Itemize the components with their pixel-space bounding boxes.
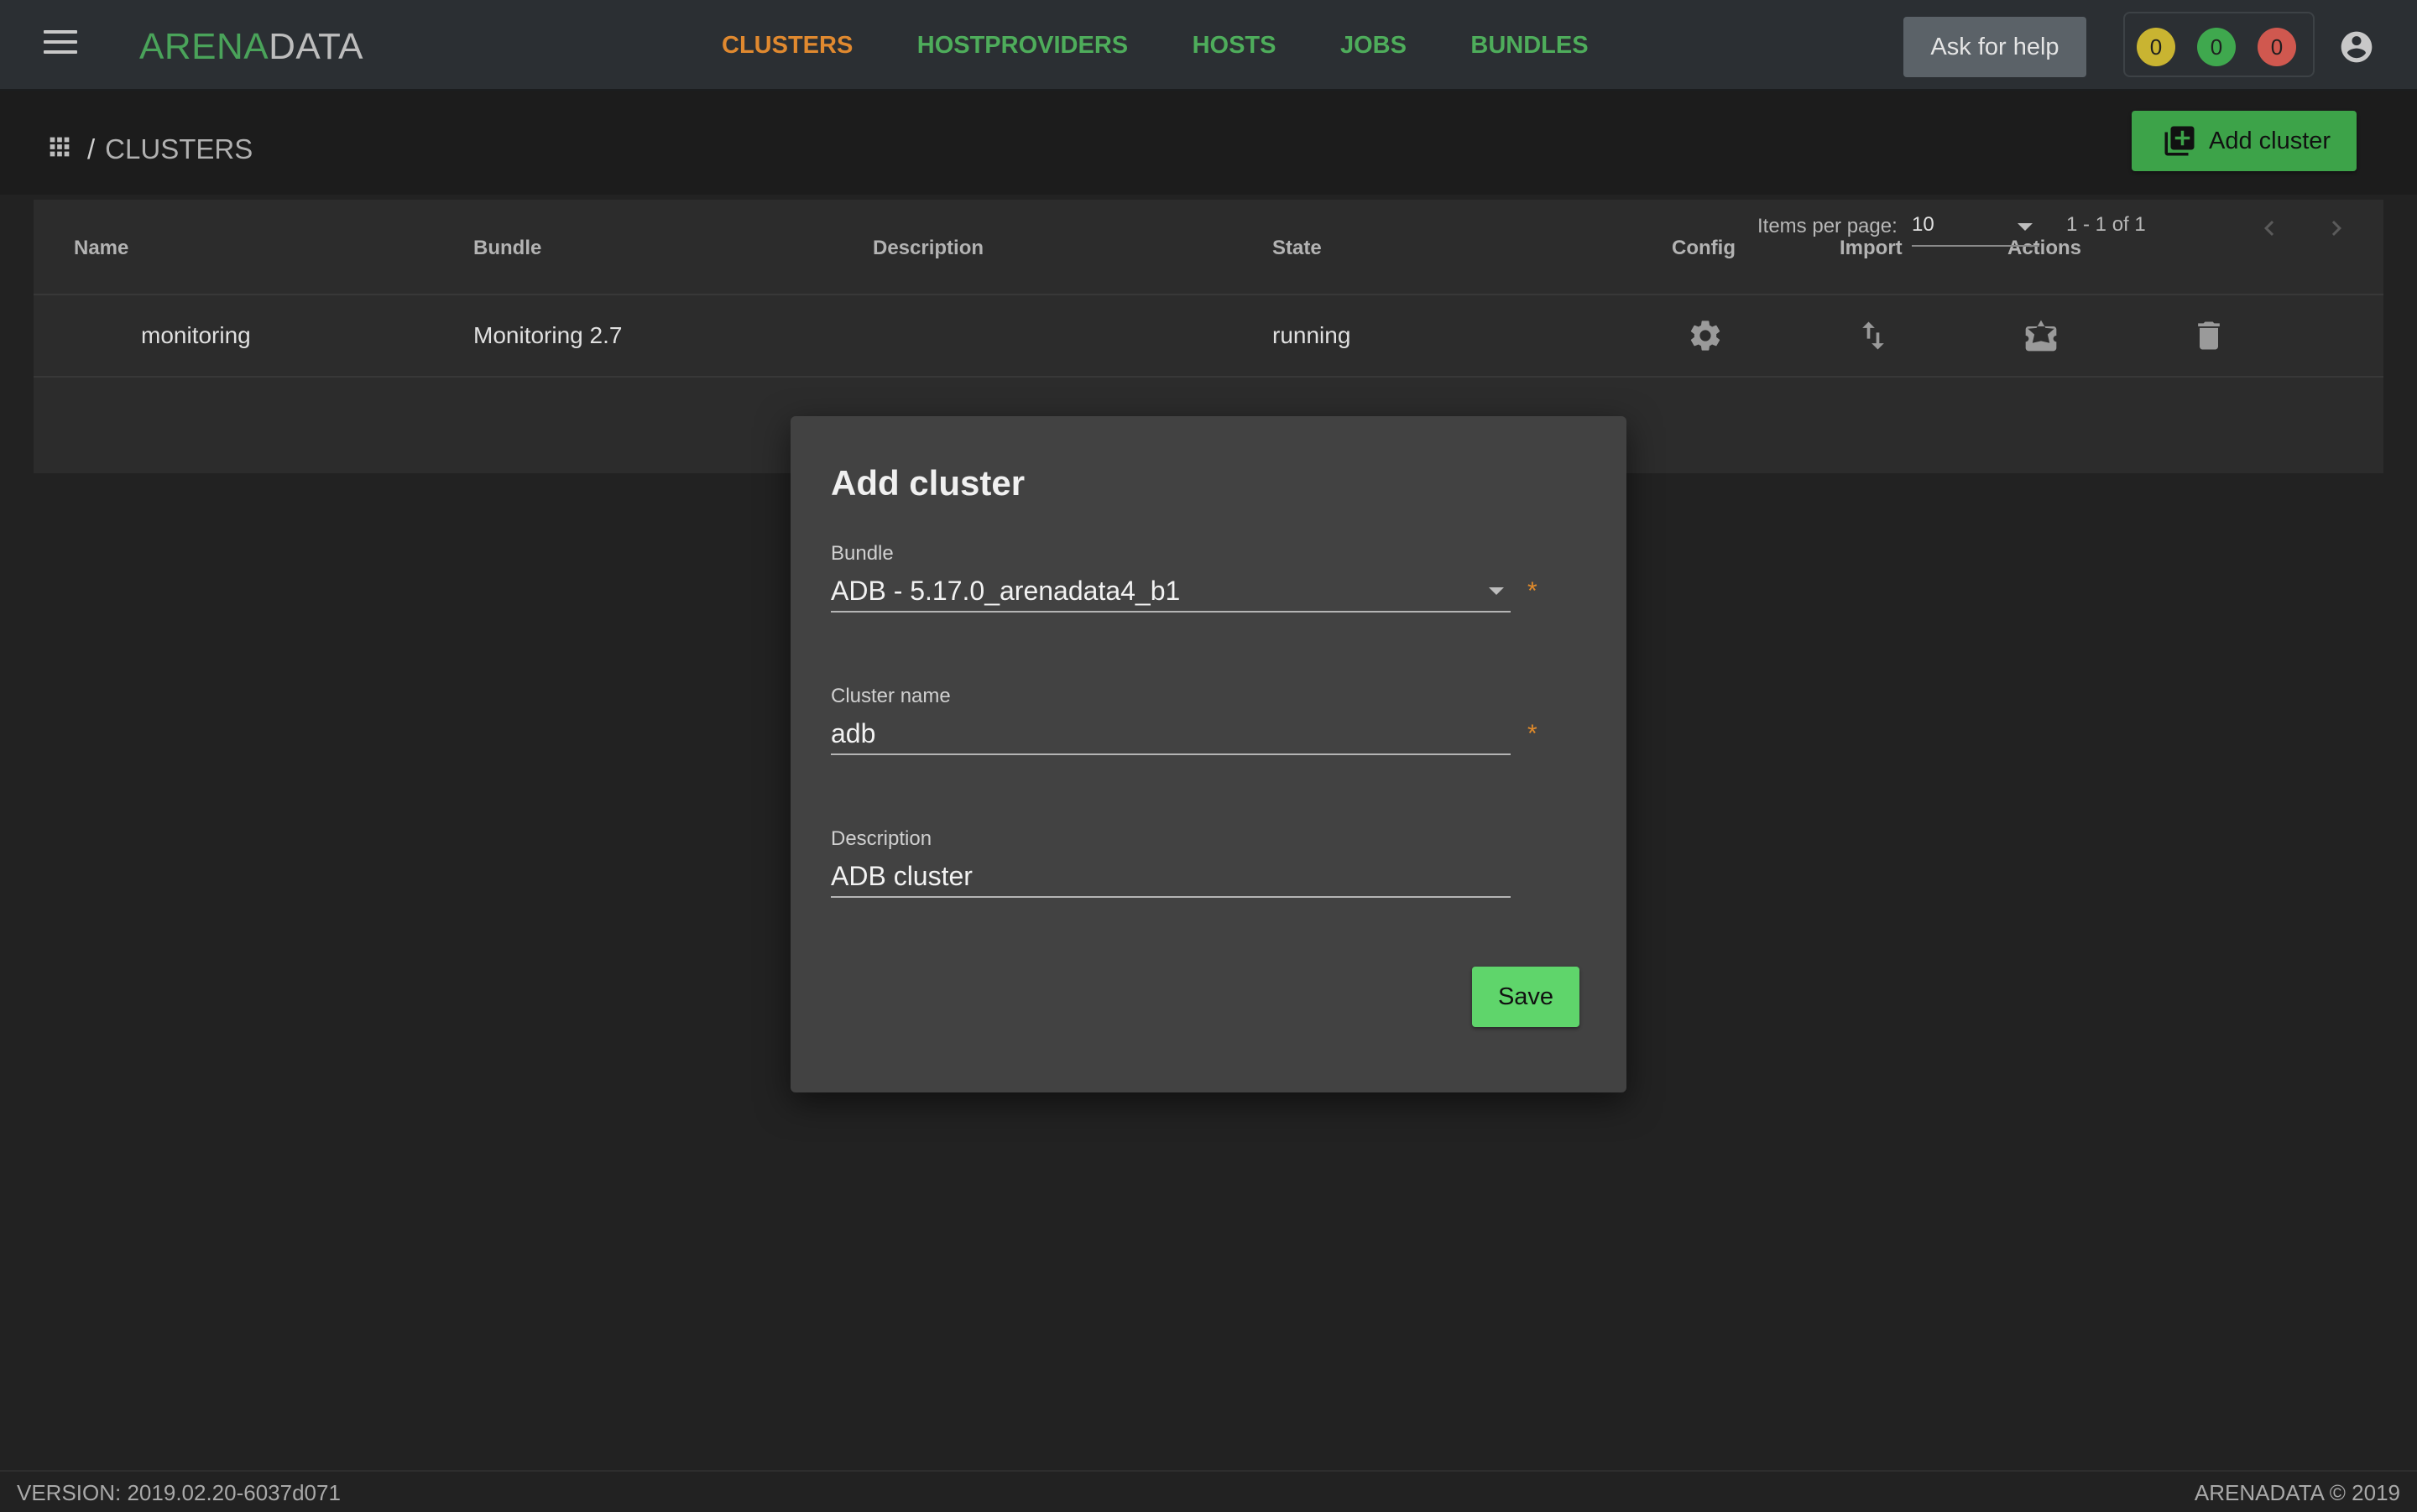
settings-gear-icon[interactable] <box>1687 317 1724 354</box>
header-divider <box>34 294 2383 295</box>
column-header-name[interactable]: Name <box>74 237 128 260</box>
description-label: Description <box>831 827 932 850</box>
column-header-import: Import <box>1840 237 1903 259</box>
nav-jobs[interactable]: JOBS <box>1340 30 1407 60</box>
cluster-name-label: Cluster name <box>831 685 951 707</box>
cluster-name-input[interactable]: adb <box>831 717 1511 755</box>
cell-state: running <box>1272 322 1351 348</box>
page-header: / CLUSTERS <box>0 91 2417 195</box>
description-input[interactable]: ADB cluster <box>831 859 1511 898</box>
logo[interactable]: ARENADATA <box>139 27 363 67</box>
library-add-icon <box>2164 126 2195 156</box>
nav-clusters[interactable]: CLUSTERS <box>722 30 853 60</box>
breadcrumb-current[interactable]: CLUSTERS <box>105 133 253 164</box>
items-per-page-value: 10 <box>1912 213 1934 236</box>
logo-part-arena: ARENA <box>139 26 269 67</box>
breadcrumb-separator: / <box>87 133 96 164</box>
delete-trash-icon[interactable] <box>2190 317 2227 354</box>
add-cluster-dialog: Add cluster Bundle ADB - 5.17.0_arenadat… <box>791 416 1626 1092</box>
nav-hostproviders[interactable]: HOSTPROVIDERS <box>917 30 1128 60</box>
add-cluster-button[interactable]: Add cluster <box>2132 111 2357 171</box>
nav-hosts[interactable]: HOSTS <box>1193 30 1276 60</box>
bundle-label: Bundle <box>831 542 894 565</box>
column-header-description[interactable]: Description <box>873 237 984 260</box>
hamburger-menu-icon[interactable] <box>44 30 77 59</box>
version-text: VERSION: 2019.02.20-6037d071 <box>17 1480 341 1505</box>
bundle-select-value[interactable]: ADB - 5.17.0_arenadata4_b1 <box>831 574 1511 613</box>
page-range-label: 1 - 1 of 1 <box>2066 213 2146 236</box>
description-field[interactable]: Description ADB cluster <box>831 827 1511 898</box>
row-divider <box>34 376 2383 378</box>
apps-grid-icon[interactable] <box>45 133 74 161</box>
column-header-state[interactable]: State <box>1272 237 1322 260</box>
column-header-bundle[interactable]: Bundle <box>473 237 541 260</box>
footer: VERSION: 2019.02.20-6037d071 ARENADATA ©… <box>0 1470 2417 1512</box>
cell-name[interactable]: monitoring <box>141 322 251 349</box>
cluster-name-field[interactable]: Cluster name adb <box>831 685 1511 755</box>
import-export-icon[interactable] <box>1855 317 1892 354</box>
copyright-text: ARENADATA © 2019 <box>2194 1480 2400 1505</box>
save-button[interactable]: Save <box>1472 967 1579 1027</box>
dropdown-arrow-icon <box>2018 223 2033 231</box>
items-per-page-label: Items per page: <box>1757 215 1898 237</box>
next-page-chevron-icon[interactable] <box>2321 210 2352 247</box>
items-per-page-select[interactable]: 10 <box>1912 211 2039 247</box>
bundle-value: ADB - 5.17.0_arenadata4_b1 <box>831 576 1181 606</box>
job-status-badges: 0 0 0 <box>2123 12 2315 77</box>
success-count-badge[interactable]: 0 <box>2197 28 2236 66</box>
dialog-title: Add cluster <box>831 463 1026 503</box>
warning-count-badge[interactable]: 0 <box>2137 28 2175 66</box>
nav-bundles[interactable]: BUNDLES <box>1470 30 1588 60</box>
logo-part-data: DATA <box>269 26 363 67</box>
chevron-down-icon[interactable] <box>1489 587 1504 595</box>
failed-count-badge[interactable]: 0 <box>2258 28 2296 66</box>
account-circle-icon[interactable] <box>2338 29 2375 65</box>
actions-ticket-icon[interactable] <box>2023 317 2059 354</box>
previous-page-chevron-icon[interactable] <box>2254 210 2284 247</box>
main-nav: CLUSTERS HOSTPROVIDERS HOSTS JOBS BUNDLE… <box>722 30 1649 64</box>
ask-for-help-button[interactable]: Ask for help <box>1903 17 2086 77</box>
cluster-name-required-marker: * <box>1527 720 1537 748</box>
column-header-config: Config <box>1672 237 1736 259</box>
top-bar: ARENADATA CLUSTERS HOSTPROVIDERS HOSTS J… <box>0 0 2417 91</box>
bundle-select[interactable]: Bundle ADB - 5.17.0_arenadata4_b1 <box>831 542 1511 613</box>
add-cluster-label: Add cluster <box>2209 127 2331 154</box>
bundle-required-marker: * <box>1527 577 1537 605</box>
breadcrumb: / CLUSTERS <box>87 133 253 166</box>
cell-bundle: Monitoring 2.7 <box>473 322 623 348</box>
